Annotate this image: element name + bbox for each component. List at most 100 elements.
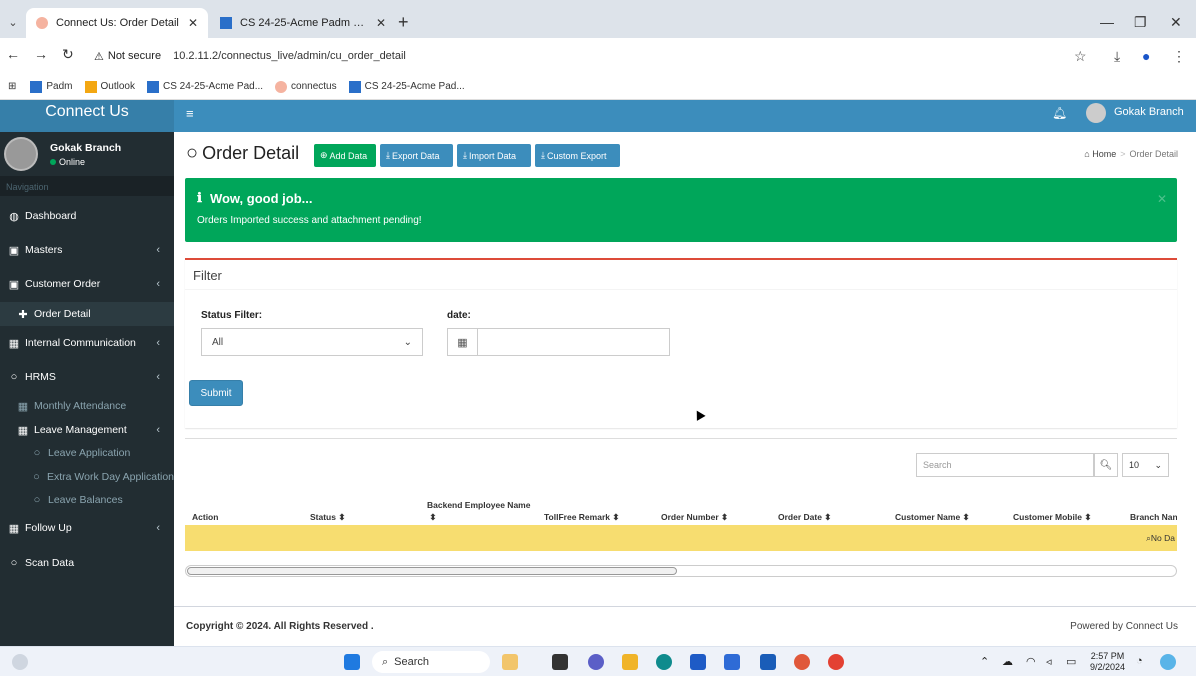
plus-icon: ✚ <box>18 308 28 321</box>
breadcrumb-home[interactable]: Home <box>1092 149 1116 159</box>
tab-connect-us[interactable]: Connect Us: Order Detail ✕ <box>26 8 208 38</box>
sidebar-item-scan-data[interactable]: ○ Scan Data <box>0 551 174 575</box>
file-explorer-icon[interactable] <box>622 654 638 670</box>
close-alert-icon[interactable]: ✕ <box>1157 192 1167 206</box>
apps-icon[interactable]: ⊞ <box>8 81 16 92</box>
chevron-up-icon[interactable]: ⌃ <box>980 655 989 668</box>
sidebar-item-leave-management[interactable]: ▦ Leave Management ‹ <box>0 418 174 442</box>
volume-icon[interactable]: ◃ <box>1046 655 1052 668</box>
main-area: ≡ 🔔︎ Gokak Branch ○ Order Detail ⊕ Add Dat… <box>174 100 1196 646</box>
column-header[interactable]: Status ⬍ <box>310 491 345 523</box>
back-icon[interactable]: ← <box>6 46 20 62</box>
close-tab-icon[interactable]: ✕ <box>188 16 198 30</box>
sidebar-item-order-detail[interactable]: ✚ Order Detail <box>0 302 174 326</box>
column-header[interactable]: Branch Nan <box>1130 491 1177 523</box>
status-filter-select[interactable]: All ⌄ <box>201 328 423 356</box>
chrome-icon[interactable] <box>828 654 844 670</box>
column-header[interactable]: Customer Name ⬍ <box>895 491 970 523</box>
chevron-down-icon: ⌄ <box>1154 459 1162 470</box>
app-logo[interactable]: Connect Us <box>0 100 174 132</box>
date-field[interactable]: ▦ <box>447 328 670 356</box>
horizontal-scrollbar[interactable] <box>185 565 1177 577</box>
search-input[interactable]: Search <box>916 453 1094 477</box>
avatar[interactable] <box>1086 103 1106 123</box>
sidebar-item-leave-application[interactable]: ○ Leave Application <box>0 441 174 465</box>
close-window-icon[interactable]: ✕ <box>1170 14 1182 31</box>
app-icon[interactable] <box>724 654 740 670</box>
connectus-favicon-icon <box>36 17 48 29</box>
submit-button[interactable]: Submit <box>189 380 243 406</box>
column-header[interactable]: Customer Mobile ⬍ <box>1013 491 1091 523</box>
import-data-button[interactable]: ⤓ Import Data <box>457 144 531 167</box>
notifications-icon[interactable]: ◔ <box>1136 655 1143 667</box>
column-header[interactable]: Backend Employee Name ⬍ <box>427 491 531 523</box>
sidebar-item-masters[interactable]: ▣ Masters ‹ <box>0 238 174 262</box>
hamburger-icon[interactable]: ≡ <box>186 106 194 121</box>
masters-icon: ▣ <box>8 244 20 257</box>
sidebar-item-internal-communication[interactable]: ▦ Internal Communication ‹ <box>0 331 174 355</box>
app-icon[interactable] <box>760 654 776 670</box>
weather-icon[interactable] <box>12 654 28 670</box>
bookmark-item[interactable]: Padm <box>30 80 73 93</box>
security-indicator[interactable]: ⚠ Not secure <box>86 50 169 63</box>
download-icon[interactable]: ⤓ <box>1114 48 1120 65</box>
battery-icon[interactable]: ▭ <box>1066 655 1076 668</box>
windows-start-icon[interactable] <box>344 654 360 670</box>
sort-icon: ⬍ <box>335 512 346 522</box>
minimize-icon[interactable]: — <box>1100 14 1114 30</box>
close-tab-icon[interactable]: ✕ <box>376 16 386 30</box>
scrollbar-thumb[interactable] <box>187 567 677 575</box>
column-header[interactable]: Order Number ⬍ <box>661 491 728 523</box>
forward-icon[interactable]: → <box>34 46 48 62</box>
url-field[interactable]: ⚠ Not secure 10.2.11.2/connectus_live/adm… <box>86 45 1096 67</box>
status-filter-label: Status Filter: <box>201 310 263 321</box>
bookmark-item[interactable]: CS 24-25-Acme Pad... <box>348 80 465 93</box>
reload-icon[interactable]: ↻ <box>62 46 74 63</box>
menu-icon[interactable]: ⋮ <box>1172 48 1186 65</box>
tab-search-icon[interactable]: ⌄ <box>4 14 22 32</box>
search-icon[interactable]: 🔍︎ <box>1094 453 1118 477</box>
bookmark-item[interactable]: CS 24-25-Acme Pad... <box>146 80 263 93</box>
maximize-icon[interactable]: ❐ <box>1134 14 1147 31</box>
profile-icon[interactable]: ● <box>1142 48 1150 64</box>
export-data-button[interactable]: ⤓ Export Data <box>380 144 453 167</box>
table-icon: ▦ <box>17 424 29 437</box>
clock[interactable]: 2:57 PM 9/2/2024 <box>1090 651 1125 673</box>
wifi-icon[interactable]: ◠ <box>1026 655 1036 668</box>
sidebar-item-hrms[interactable]: ○ HRMS ‹ <box>0 365 174 389</box>
copilot-icon[interactable] <box>1160 654 1176 670</box>
column-header[interactable]: TollFree Remark ⬍ <box>544 491 619 523</box>
circle-icon: ○ <box>10 557 18 569</box>
page-size-select[interactable]: 10 ⌄ <box>1122 453 1169 477</box>
widgets-icon[interactable] <box>502 654 518 670</box>
user-menu[interactable]: Gokak Branch <box>1114 106 1184 118</box>
sidebar-item-leave-balances[interactable]: ○ Leave Balances <box>0 488 174 512</box>
sidebar-item-customer-order[interactable]: ▣ Customer Order ‹ <box>0 272 174 296</box>
tab-erp[interactable]: CS 24-25-Acme Padm ERP Platf ✕ <box>210 8 396 38</box>
new-tab-icon[interactable]: + <box>398 12 409 33</box>
bookmark-item[interactable]: Outlook <box>84 80 135 93</box>
teams-icon[interactable] <box>588 654 604 670</box>
outlook-icon <box>84 80 97 93</box>
sidebar-item-dashboard[interactable]: ◍ Dashboard <box>0 204 174 228</box>
bookmark-item[interactable]: connectus <box>275 80 337 93</box>
circle-icon: ○ <box>186 142 199 164</box>
sidebar-item-extra-work-day[interactable]: ○ Extra Work Day Application <box>0 465 174 489</box>
sidebar-item-monthly-attendance[interactable]: ▦ Monthly Attendance <box>0 394 174 418</box>
task-view-icon[interactable] <box>552 654 568 670</box>
network-icon[interactable]: ☁ <box>1002 655 1013 668</box>
app-icon[interactable] <box>794 654 810 670</box>
custom-export-button[interactable]: ⤓ Custom Export <box>535 144 620 167</box>
store-icon[interactable] <box>690 654 706 670</box>
add-data-button[interactable]: ⊕ Add Data <box>314 144 376 167</box>
sidebar-item-follow-up[interactable]: ▦ Follow Up ‹ <box>0 516 174 540</box>
sort-icon: ⬍ <box>609 512 620 522</box>
taskbar-search[interactable]: ⌕ Search <box>372 651 490 673</box>
chevron-down-icon: ⌄ <box>403 336 412 348</box>
sidebar: Connect Us Gokak Branch Online Navigatio… <box>0 100 174 646</box>
bell-icon[interactable]: 🔔︎ <box>1052 106 1067 120</box>
bookmark-star-icon[interactable]: ☆ <box>1074 48 1087 65</box>
edge-icon[interactable] <box>656 654 672 670</box>
column-header[interactable]: Action <box>192 491 218 523</box>
column-header[interactable]: Order Date ⬍ <box>778 491 831 523</box>
